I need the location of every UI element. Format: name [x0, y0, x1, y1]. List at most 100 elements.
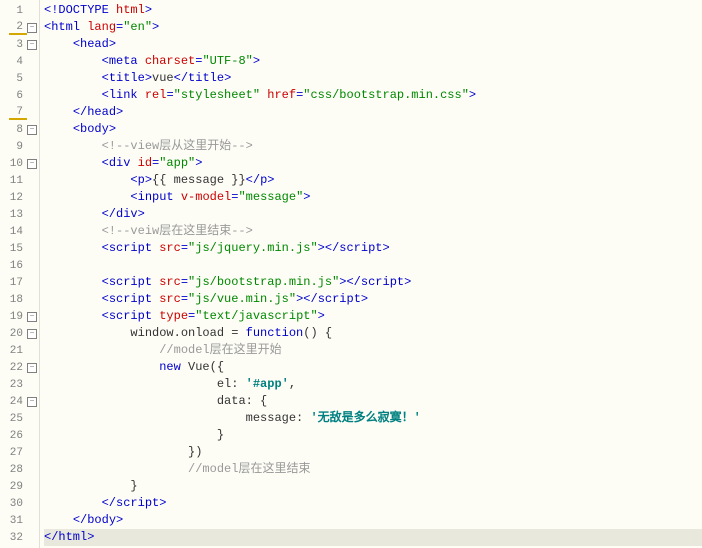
fold-toggle-icon[interactable]: −	[27, 363, 37, 373]
token-tag: head	[87, 105, 116, 119]
line-number: 20	[9, 328, 27, 340]
token-comment: <!--view层从这里开始-->	[102, 139, 253, 153]
token-tag: script	[361, 275, 404, 289]
token-attr-name: v-model	[181, 190, 231, 204]
token-attr-val: "js/bootstrap.min.js"	[188, 275, 339, 289]
line-number: 3	[9, 39, 27, 51]
gutter-row: 4	[0, 53, 39, 70]
code-line[interactable]: <p>{{ message }}</p>	[44, 172, 702, 189]
code-line[interactable]: <script src="js/bootstrap.min.js"></scri…	[44, 274, 702, 291]
code-line[interactable]: }	[44, 427, 702, 444]
code-line[interactable]: <div id="app">	[44, 155, 702, 172]
token-tag: script	[109, 309, 152, 323]
code-line[interactable]: })	[44, 444, 702, 461]
code-line[interactable]: <meta charset="UTF-8">	[44, 53, 702, 70]
code-line[interactable]: window.onload = function() {	[44, 325, 702, 342]
gutter-row: 6	[0, 87, 39, 104]
line-number: 2	[9, 21, 27, 35]
token-punct: >	[361, 292, 368, 306]
fold-spacer	[27, 533, 37, 543]
fold-toggle-icon[interactable]: −	[27, 312, 37, 322]
indent	[44, 479, 130, 493]
token-tag: div	[116, 207, 138, 221]
line-number: 12	[9, 192, 27, 204]
token-tag: p	[138, 173, 145, 187]
token-punct: >	[383, 241, 390, 255]
gutter-row: 31	[0, 512, 39, 529]
line-number: 31	[9, 515, 27, 527]
code-line[interactable]: //model层在这里开始	[44, 342, 702, 359]
code-line[interactable]: data: {	[44, 393, 702, 410]
code-line[interactable]: new Vue({	[44, 359, 702, 376]
line-number: 5	[9, 73, 27, 85]
token-punct: </	[102, 207, 116, 221]
token-tag: head	[80, 37, 109, 51]
gutter-row: 27	[0, 444, 39, 461]
code-line[interactable]: <!DOCTYPE html>	[44, 2, 702, 19]
line-number: 16	[9, 260, 27, 272]
token-punct: <	[130, 173, 137, 187]
indent	[44, 190, 130, 204]
token-punct: <	[102, 275, 109, 289]
token-tag: function	[246, 326, 304, 340]
indent	[44, 462, 159, 476]
code-line[interactable]: <script src="js/jquery.min.js"></script>	[44, 240, 702, 257]
token-tag: title	[109, 71, 145, 85]
token-attr-name: id	[138, 156, 152, 170]
token-punct: >	[152, 20, 159, 34]
code-line[interactable]: <head>	[44, 36, 702, 53]
code-line[interactable]: <!--view层从这里开始-->	[44, 138, 702, 155]
gutter: 12−3−45678−910−111213141516171819−20−212…	[0, 0, 40, 548]
code-line[interactable]: </body>	[44, 512, 702, 529]
code-line[interactable]: </div>	[44, 206, 702, 223]
gutter-row: 11	[0, 172, 39, 189]
token-tag: script	[116, 496, 159, 510]
code-line[interactable]: <title>vue</title>	[44, 70, 702, 87]
code-line[interactable]: <input v-model="message">	[44, 189, 702, 206]
code-line[interactable]: <script type="text/javascript">	[44, 308, 702, 325]
code-line[interactable]: message: '无敌是多么寂寞！'	[44, 410, 702, 427]
code-line[interactable]: <html lang="en">	[44, 19, 702, 36]
fold-toggle-icon[interactable]: −	[27, 40, 37, 50]
token-attr-name: type	[159, 309, 188, 323]
gutter-row: 28	[0, 461, 39, 478]
token-js-str: '无敌是多么寂寞！'	[310, 411, 420, 425]
indent	[44, 207, 102, 221]
fold-spacer	[27, 499, 37, 509]
code-line[interactable]: </script>	[44, 495, 702, 512]
fold-toggle-icon[interactable]: −	[27, 329, 37, 339]
code-line[interactable]: <!--veiw层在这里结束-->	[44, 223, 702, 240]
fold-spacer	[27, 448, 37, 458]
indent	[44, 275, 102, 289]
indent	[44, 377, 188, 391]
code-line[interactable]: el: '#app',	[44, 376, 702, 393]
token-punct: ></	[339, 275, 361, 289]
code-line[interactable]: //model层在这里结束	[44, 461, 702, 478]
token-attr-name: lang	[87, 20, 116, 34]
indent	[44, 513, 73, 527]
gutter-row: 17	[0, 274, 39, 291]
token-text: el:	[188, 377, 246, 391]
fold-spacer	[27, 380, 37, 390]
code-line[interactable]: </html>	[44, 529, 702, 546]
code-line[interactable]: <link rel="stylesheet" href="css/bootstr…	[44, 87, 702, 104]
line-number: 8	[9, 124, 27, 136]
code-line[interactable]: </head>	[44, 104, 702, 121]
code-line[interactable]: <body>	[44, 121, 702, 138]
fold-toggle-icon[interactable]: −	[27, 125, 37, 135]
token-tag: DOCTYPE	[58, 3, 108, 17]
code-line[interactable]: }	[44, 478, 702, 495]
indent	[44, 88, 102, 102]
code-area[interactable]: <!DOCTYPE html><html lang="en"> <head> <…	[40, 0, 702, 548]
gutter-row: 21	[0, 342, 39, 359]
line-number: 1	[9, 5, 27, 17]
fold-toggle-icon[interactable]: −	[27, 397, 37, 407]
code-line[interactable]: <script src="js/vue.min.js"></script>	[44, 291, 702, 308]
indent	[44, 173, 130, 187]
fold-toggle-icon[interactable]: −	[27, 159, 37, 169]
code-line[interactable]	[44, 257, 702, 274]
fold-toggle-icon[interactable]: −	[27, 23, 37, 33]
fold-spacer	[27, 295, 37, 305]
token-punct: <!	[44, 3, 58, 17]
token-punct: ></	[296, 292, 318, 306]
